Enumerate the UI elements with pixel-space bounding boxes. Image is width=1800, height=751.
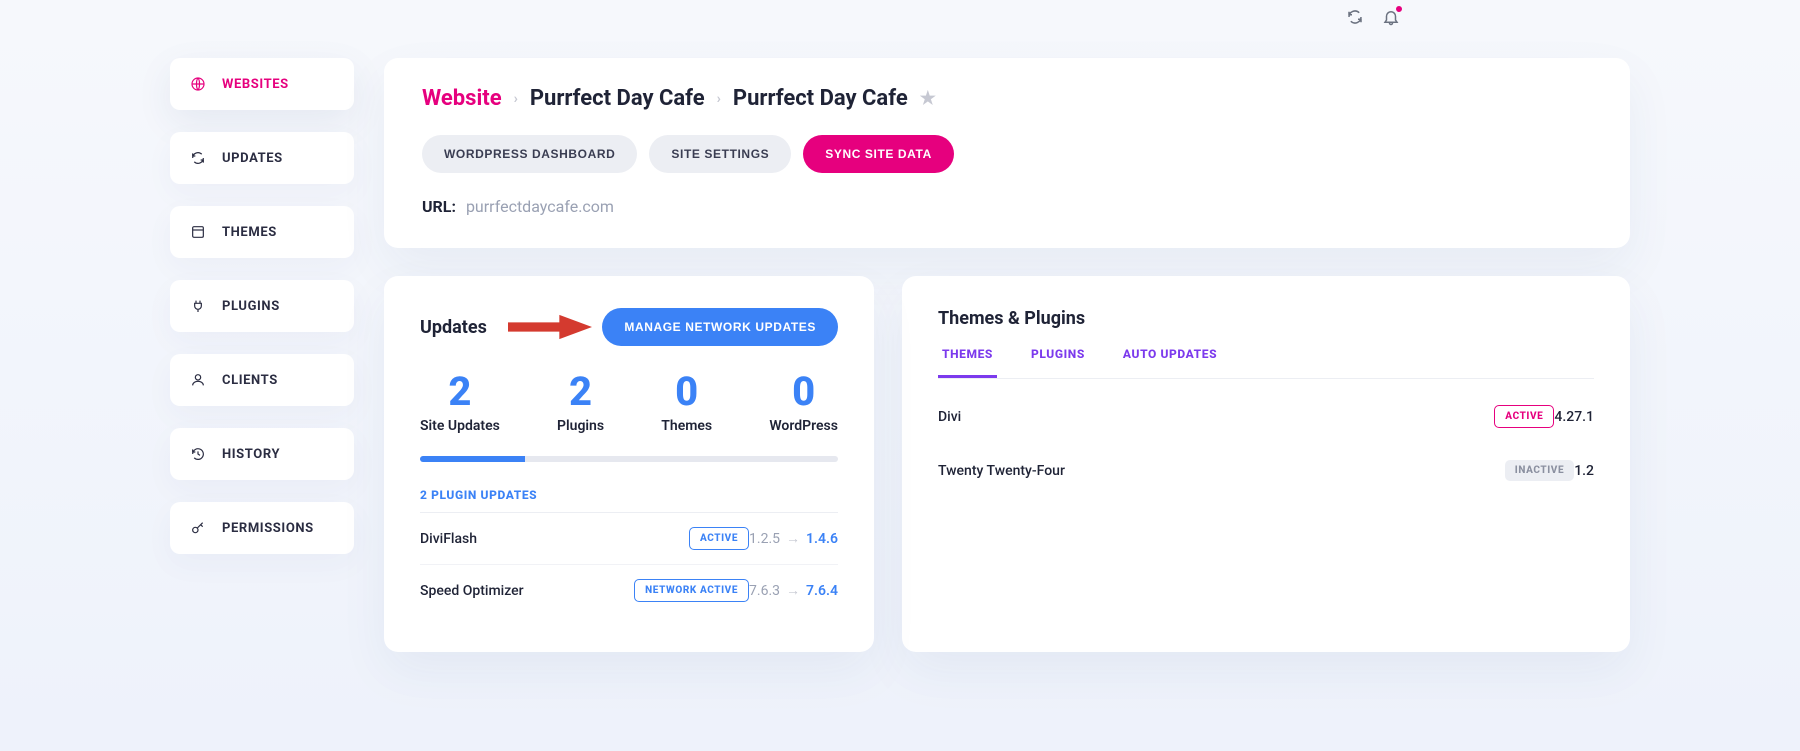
theme-row: Divi ACTIVE 4.27.1 xyxy=(938,389,1594,444)
old-version: 7.6.3 xyxy=(749,583,780,599)
key-icon xyxy=(190,520,206,536)
bell-icon[interactable] xyxy=(1382,8,1400,26)
annotation-arrow-icon xyxy=(506,313,594,341)
progress-bar xyxy=(420,456,838,462)
status-badge: NETWORK ACTIVE xyxy=(634,579,749,602)
updates-panel-title: Updates xyxy=(420,317,487,338)
header-card: Website › Purrfect Day Cafe › Purrfect D… xyxy=(384,58,1630,248)
sidebar-item-label: PLUGINS xyxy=(222,299,280,314)
arrow-right-icon: → xyxy=(786,582,800,599)
status-badge: INACTIVE xyxy=(1505,460,1574,481)
sidebar-item-label: THEMES xyxy=(222,225,277,240)
sidebar-item-label: WEBSITES xyxy=(222,77,289,92)
plugin-updates-subheader: 2 PLUGIN UPDATES xyxy=(420,488,838,513)
url-value: purrfectdaycafe.com xyxy=(466,197,614,216)
theme-name: Twenty Twenty-Four xyxy=(938,463,1505,479)
breadcrumb-root[interactable]: Website xyxy=(422,86,502,111)
new-version: 1.4.6 xyxy=(806,531,838,547)
themes-plugins-panel: Themes & Plugins THEMES PLUGINS AUTO UPD… xyxy=(902,276,1630,652)
stat-site-updates: 2 Site Updates xyxy=(420,372,500,434)
url-row: URL: purrfectdaycafe.com xyxy=(422,197,1592,216)
sidebar-item-updates[interactable]: UPDATES xyxy=(170,132,354,184)
updates-panel: Updates MANAGE NETWORK UPDATES 2 Site Up… xyxy=(384,276,874,652)
new-version: 7.6.4 xyxy=(806,583,838,599)
theme-row: Twenty Twenty-Four INACTIVE 1.2 xyxy=(938,444,1594,497)
stat-wordpress: 0 WordPress xyxy=(769,372,838,434)
themes-panel-title: Themes & Plugins xyxy=(938,308,1594,329)
sidebar-item-websites[interactable]: WEBSITES xyxy=(170,58,354,110)
refresh-icon xyxy=(190,150,206,166)
sidebar-item-label: HISTORY xyxy=(222,447,280,462)
manage-network-updates-button[interactable]: MANAGE NETWORK UPDATES xyxy=(602,308,838,346)
wp-dashboard-button[interactable]: WORDPRESS DASHBOARD xyxy=(422,135,637,173)
user-icon xyxy=(190,372,206,388)
status-badge: ACTIVE xyxy=(1494,405,1554,428)
plugin-name: Speed Optimizer xyxy=(420,583,634,599)
tab-plugins[interactable]: PLUGINS xyxy=(1027,337,1089,378)
layout-icon xyxy=(190,224,206,240)
plugin-name: DiviFlash xyxy=(420,531,689,547)
stat-plugins: 2 Plugins xyxy=(557,372,604,434)
sidebar-item-label: UPDATES xyxy=(222,151,283,166)
theme-version: 1.2 xyxy=(1574,463,1594,479)
url-label: URL: xyxy=(422,197,456,216)
tab-themes[interactable]: THEMES xyxy=(938,337,997,378)
old-version: 1.2.5 xyxy=(749,531,780,547)
update-row: DiviFlash ACTIVE 1.2.5 → 1.4.6 xyxy=(420,513,838,565)
history-icon xyxy=(190,446,206,462)
sidebar-item-clients[interactable]: CLIENTS xyxy=(170,354,354,406)
breadcrumb: Website › Purrfect Day Cafe › Purrfect D… xyxy=(422,86,1592,111)
sidebar-item-permissions[interactable]: PERMISSIONS xyxy=(170,502,354,554)
status-badge: ACTIVE xyxy=(689,527,749,550)
sidebar: WEBSITES UPDATES THEMES PLUGINS CLIENTS … xyxy=(170,58,354,652)
site-settings-button[interactable]: SITE SETTINGS xyxy=(649,135,791,173)
star-icon[interactable]: ★ xyxy=(920,88,936,109)
refresh-icon[interactable] xyxy=(1346,8,1364,26)
breadcrumb-mid[interactable]: Purrfect Day Cafe xyxy=(530,86,705,111)
sidebar-item-label: PERMISSIONS xyxy=(222,521,314,536)
globe-icon xyxy=(190,76,206,92)
sidebar-item-history[interactable]: HISTORY xyxy=(170,428,354,480)
sidebar-item-label: CLIENTS xyxy=(222,373,278,388)
chevron-right-icon: › xyxy=(717,91,721,107)
chevron-right-icon: › xyxy=(514,91,518,107)
theme-version: 4.27.1 xyxy=(1554,409,1594,425)
arrow-right-icon: → xyxy=(786,530,800,547)
sidebar-item-plugins[interactable]: PLUGINS xyxy=(170,280,354,332)
update-row: Speed Optimizer NETWORK ACTIVE 7.6.3 → 7… xyxy=(420,565,838,616)
breadcrumb-last: Purrfect Day Cafe xyxy=(733,86,908,111)
theme-name: Divi xyxy=(938,409,1494,425)
sidebar-item-themes[interactable]: THEMES xyxy=(170,206,354,258)
stat-themes: 0 Themes xyxy=(661,372,712,434)
sync-site-button[interactable]: SYNC SITE DATA xyxy=(803,135,954,173)
plug-icon xyxy=(190,298,206,314)
tab-auto-updates[interactable]: AUTO UPDATES xyxy=(1119,337,1221,378)
